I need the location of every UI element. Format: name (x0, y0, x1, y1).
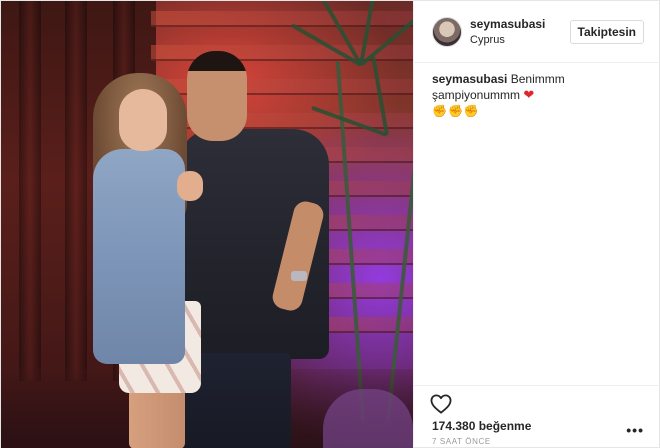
photo-woman-legs (129, 386, 185, 448)
caption-comment: seymasubasi Benimmm şampiyonummm ❤ ✊✊✊ (432, 71, 646, 119)
location-link[interactable]: Cyprus (470, 34, 505, 46)
red-heart-emoji-icon: ❤ (523, 87, 535, 102)
photo-curtain-fold (65, 1, 87, 381)
username-link[interactable]: seymasubasi (470, 17, 545, 31)
instagram-post: seymasubasi Cyprus Takiptesin seymasubas… (0, 0, 660, 448)
photo-wood-plank (151, 11, 413, 27)
photo-man-watch (291, 271, 307, 281)
heart-outline-icon[interactable] (430, 394, 452, 414)
avatar[interactable] (432, 17, 462, 47)
photo-curtain-fold (19, 1, 41, 381)
post-side-panel: seymasubasi Cyprus Takiptesin seymasubas… (413, 1, 660, 448)
post-header: seymasubasi Cyprus Takiptesin (414, 1, 660, 63)
caption-username-link[interactable]: seymasubasi (432, 72, 507, 86)
clapping-hands-emoji-icon: ✊✊✊ (432, 104, 480, 118)
following-button[interactable]: Takiptesin (569, 20, 644, 44)
post-photo[interactable] (1, 1, 413, 448)
photo-woman-face (119, 89, 167, 151)
photo-woman-fist (177, 171, 203, 201)
post-timestamp[interactable]: 7 SAAT ÖNCE (432, 437, 491, 446)
photo-man-head (187, 51, 247, 141)
likes-count[interactable]: 174.380 beğenme (432, 419, 531, 433)
photo-woman-jacket (93, 149, 185, 364)
post-actions: 174.380 beğenme 7 SAAT ÖNCE ••• (414, 385, 660, 448)
more-options-icon[interactable]: ••• (626, 422, 644, 438)
